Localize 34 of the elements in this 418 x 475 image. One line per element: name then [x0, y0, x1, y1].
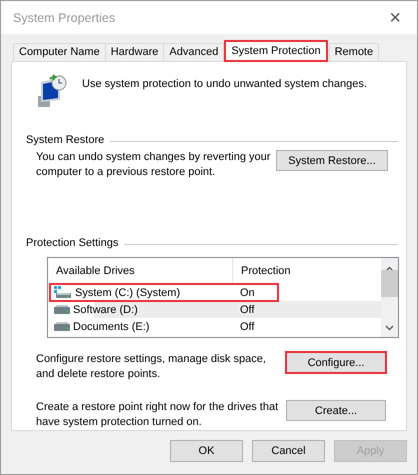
intro-text: Use system protection to undo unwanted system changes. — [82, 78, 367, 90]
protection-status: Off — [240, 320, 254, 332]
description-text: You can undo system changes by reverting your computer to a previous restore point. — [36, 150, 272, 180]
dialog-button[interactable]: Cancel — [252, 440, 325, 462]
drive-name: System (C:) (System) — [75, 286, 180, 298]
protection-status: Off — [240, 304, 254, 316]
dialog-button[interactable]: Configure... — [286, 352, 386, 373]
protection-status: On — [240, 286, 255, 298]
dialog-button[interactable]: Create... — [286, 400, 386, 421]
system-drive-icon — [54, 286, 72, 299]
drive-icon — [54, 322, 70, 331]
window-title: System Properties — [13, 10, 116, 24]
scrollbar[interactable] — [381, 258, 398, 337]
drive-name: Documents (E:) — [73, 320, 150, 332]
column-header[interactable]: Protection — [233, 265, 291, 277]
tab[interactable]: Remote — [328, 43, 380, 61]
close-button[interactable]: × — [385, 8, 405, 28]
drive-name: Software (D:) — [73, 304, 138, 316]
description-text: Configure restore settings, manage disk space, and delete restore points. — [36, 352, 267, 382]
description-text: Create a restore point right now for the drives that have system protection turned on. — [36, 400, 280, 430]
group-heading: System Restore — [26, 134, 104, 146]
drive-icon — [54, 305, 70, 314]
drive-row[interactable]: System (C:) (System) On — [50, 284, 278, 301]
dialog-button[interactable]: System Restore... — [276, 150, 388, 171]
group-heading: Protection Settings — [26, 237, 118, 249]
computer-restore-icon — [36, 74, 68, 108]
drive-row[interactable]: Documents (E:) Off — [50, 318, 381, 335]
column-header[interactable]: Available Drives — [48, 258, 233, 284]
scroll-up-icon[interactable] — [385, 266, 394, 272]
tab[interactable]: Advanced — [163, 43, 224, 61]
tab[interactable]: System Protection — [225, 41, 327, 61]
tab[interactable]: Computer Name — [13, 43, 106, 61]
dialog-button[interactable]: OK — [170, 440, 243, 462]
scroll-down-icon[interactable] — [385, 325, 394, 331]
